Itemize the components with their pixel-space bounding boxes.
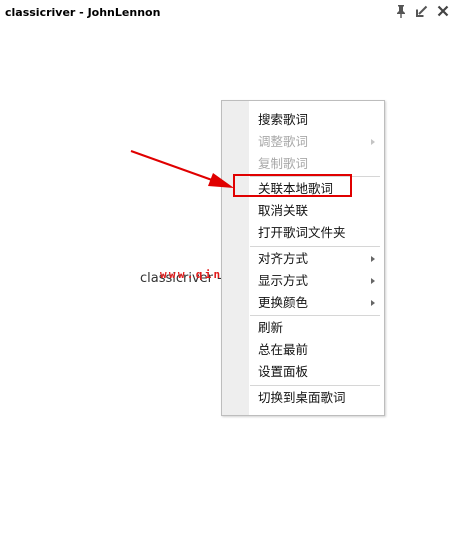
menu-item-label: 显示方式 — [258, 273, 309, 288]
submenu-arrow-icon — [371, 256, 375, 262]
menu-item-display-mode[interactable]: 显示方式 — [250, 270, 383, 292]
menu-item-label: 打开歌词文件夹 — [258, 225, 346, 240]
window-controls — [393, 3, 451, 19]
pin-icon[interactable] — [393, 3, 409, 19]
context-menu: 搜索歌词 调整歌词 复制歌词 关联本地歌词 取消关联 打开歌词文件夹 对齐方式 … — [221, 100, 385, 416]
menu-item-switch-desktop-lyrics[interactable]: 切换到桌面歌词 — [250, 387, 383, 409]
menu-separator — [250, 315, 380, 316]
menu-item-copy-lyrics[interactable]: 复制歌词 — [250, 153, 383, 175]
menu-item-label: 切换到桌面歌词 — [258, 390, 346, 405]
lyric-line: classicriver - — [140, 271, 222, 286]
menu-item-label: 搜索歌词 — [258, 112, 309, 127]
menu-item-link-local-lyrics[interactable]: 关联本地歌词 — [250, 178, 383, 200]
menu-item-label: 调整歌词 — [258, 134, 309, 149]
menu-item-label: 刷新 — [258, 320, 284, 335]
menu-item-label: 对齐方式 — [258, 251, 309, 266]
annotation-arrow-shaft — [130, 150, 213, 181]
menu-item-search-lyrics[interactable]: 搜索歌词 — [250, 109, 383, 131]
menu-item-always-on-top[interactable]: 总在最前 — [250, 339, 383, 361]
window-title: classicriver - JohnLennon — [5, 6, 161, 19]
close-icon[interactable] — [435, 3, 451, 19]
menu-separator — [250, 246, 380, 247]
menu-item-label: 更换颜色 — [258, 295, 309, 310]
submenu-arrow-icon — [371, 300, 375, 306]
menu-separator — [250, 176, 380, 177]
menu-item-alignment[interactable]: 对齐方式 — [250, 248, 383, 270]
menu-item-label: 复制歌词 — [258, 156, 309, 171]
menu-item-label: 设置面板 — [258, 364, 309, 379]
submenu-arrow-icon — [371, 139, 375, 145]
minimize-icon[interactable] — [414, 3, 430, 19]
menu-item-label: 关联本地歌词 — [258, 181, 334, 196]
menu-item-open-lyrics-folder[interactable]: 打开歌词文件夹 — [250, 222, 383, 244]
menu-item-adjust-lyrics[interactable]: 调整歌词 — [250, 131, 383, 153]
menu-item-settings-panel[interactable]: 设置面板 — [250, 361, 383, 383]
menu-item-refresh[interactable]: 刷新 — [250, 317, 383, 339]
menu-icon-gutter — [222, 101, 249, 415]
menu-item-label: 总在最前 — [258, 342, 309, 357]
menu-item-unlink[interactable]: 取消关联 — [250, 200, 383, 222]
menu-item-label: 取消关联 — [258, 203, 309, 218]
menu-separator — [250, 385, 380, 386]
menu-item-change-color[interactable]: 更换颜色 — [250, 292, 383, 314]
submenu-arrow-icon — [371, 278, 375, 284]
